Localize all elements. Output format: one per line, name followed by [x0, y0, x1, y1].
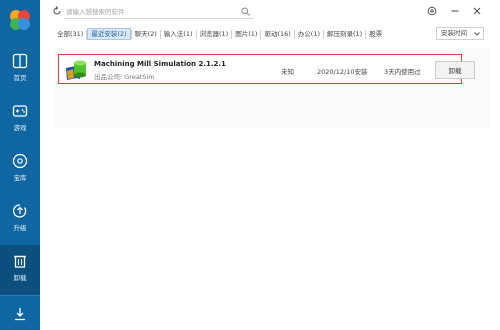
tab-office[interactable]: 办公(1) [295, 28, 323, 40]
app-list: Machining Mill Simulation 2.1.2.1 出品公司: … [55, 48, 491, 128]
sidebar-item-upgrade[interactable]: 升级 [0, 195, 40, 245]
machining-sim-app-icon [66, 60, 86, 80]
sidebar-item-label: 升级 [13, 224, 27, 232]
sidebar-item-label: 首页 [13, 74, 27, 82]
tab-stocks[interactable]: 股票 [366, 28, 385, 40]
app-last-used: 3天内使用过 [384, 68, 421, 76]
sort-dropdown-label: 安装时间 [441, 29, 467, 37]
close-icon[interactable] [472, 6, 482, 16]
download-icon [15, 308, 25, 321]
sort-dropdown[interactable]: 安装时间 [436, 27, 484, 40]
sidebar-divider [0, 295, 40, 296]
list-item[interactable]: Machining Mill Simulation 2.1.2.1 出品公司: … [58, 54, 475, 84]
disc-icon [12, 153, 28, 169]
home-icon [12, 53, 28, 69]
tab-recently-installed[interactable]: 最近安装(2) [87, 28, 131, 40]
tab-images[interactable]: 图片(1) [232, 28, 260, 40]
upgrade-icon [12, 204, 27, 218]
sidebar-item-home[interactable]: 首页 [0, 45, 40, 95]
category-tabs: 全部(31) 最近安装(2) 聊天(2) 输入法(1) 浏览器(1) 图片(1)… [54, 28, 385, 41]
sidebar-item-label: 游戏 [13, 124, 27, 132]
sidebar-download-button[interactable] [0, 300, 40, 330]
uninstall-button[interactable]: 卸载 [435, 61, 475, 79]
refresh-icon[interactable] [52, 6, 62, 16]
sidebar-item-label: 宝库 [13, 174, 27, 182]
sidebar-item-label: 卸载 [13, 274, 27, 282]
sidebar-item-uninstall[interactable]: 卸载 [0, 245, 40, 295]
chevron-down-icon [474, 32, 480, 36]
main-panel: 全部(31) 最近安装(2) 聊天(2) 输入法(1) 浏览器(1) 图片(1)… [40, 0, 500, 330]
tab-compression[interactable]: 解压刻录(1) [324, 28, 365, 40]
tab-browser[interactable]: 浏览器(1) [197, 28, 232, 40]
tab-chat[interactable]: 聊天(2) [132, 28, 160, 40]
gamepad-icon [12, 105, 28, 117]
app-install-date: 2020/12/10安装 [317, 68, 368, 76]
app-publisher: 出品公司: GreatSim [94, 73, 155, 81]
app-name: Machining Mill Simulation 2.1.2.1 [94, 60, 226, 68]
trash-icon [14, 255, 26, 268]
tab-drivers[interactable]: 驱动(16) [261, 28, 293, 40]
sidebar-item-treasury[interactable]: 宝库 [0, 145, 40, 195]
sidebar-item-games[interactable]: 游戏 [0, 95, 40, 145]
search-input[interactable] [66, 6, 236, 18]
app-logo-icon[interactable] [8, 8, 32, 32]
sidebar: 首页 游戏 宝库 升级 卸载 [0, 0, 40, 330]
app-size: 未知 [281, 68, 294, 76]
search-bar [64, 6, 254, 19]
search-icon[interactable] [241, 7, 250, 16]
tab-input-method[interactable]: 输入法(1) [161, 28, 196, 40]
minimize-icon[interactable] [450, 6, 460, 16]
tab-all[interactable]: 全部(31) [54, 28, 86, 40]
settings-icon[interactable] [427, 6, 437, 16]
